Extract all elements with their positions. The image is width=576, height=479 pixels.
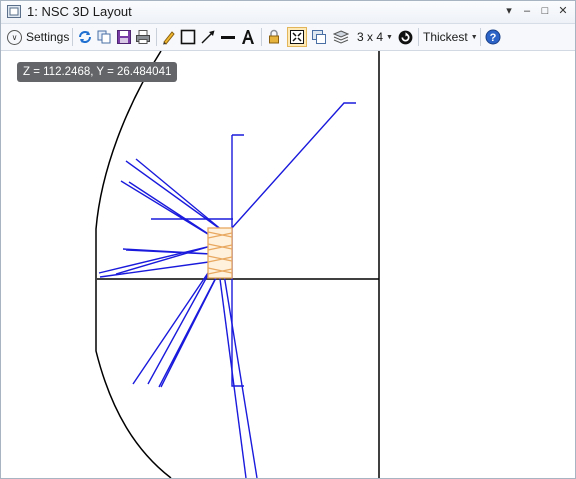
toolbar-separator: [156, 28, 157, 46]
stop-aperture: [231, 134, 244, 387]
settings-button[interactable]: ∨ Settings: [7, 27, 69, 47]
draw-arrow-button[interactable]: [199, 27, 217, 47]
refresh-button[interactable]: [76, 27, 94, 47]
zoom-fit-button[interactable]: [287, 27, 307, 47]
chevron-down-icon: ▼: [470, 33, 478, 41]
toolbar-separator: [261, 28, 262, 46]
text-icon: [242, 30, 254, 44]
print-button[interactable]: [134, 27, 152, 47]
clone-icon: [312, 30, 326, 44]
cursor-coordinates-readout: Z = 112.2468, Y = 26.484041: [17, 62, 178, 82]
ray-traces: [98, 102, 356, 478]
arrow-icon: [201, 30, 215, 44]
draw-line-button[interactable]: [219, 27, 237, 47]
minimize-button[interactable]: ‒: [519, 4, 535, 19]
settings-chevron-icon: ∨: [7, 29, 22, 45]
layers-icon: [333, 30, 349, 44]
lock-button[interactable]: [265, 27, 283, 47]
save-button[interactable]: [115, 27, 133, 47]
line-icon: [221, 36, 235, 39]
draw-pencil-button[interactable]: [160, 27, 178, 47]
svg-text:?: ?: [490, 32, 497, 44]
layout-window-icon: [7, 5, 21, 18]
close-button[interactable]: ✕: [555, 4, 571, 19]
clone-window-button[interactable]: [310, 27, 328, 47]
help-icon: ?: [485, 29, 501, 45]
layout-viewport[interactable]: Z = 112.2468, Y = 26.484041: [1, 51, 575, 478]
lock-icon: [269, 29, 279, 44]
print-icon: [136, 30, 150, 44]
draw-rectangle-button[interactable]: [179, 27, 197, 47]
title-bar[interactable]: 1: NSC 3D Layout ▾ ‒ □ ✕: [1, 1, 575, 24]
copy-button[interactable]: [95, 27, 113, 47]
chevron-down-icon: ▼: [386, 33, 393, 41]
nsc-3d-layout-window: 1: NSC 3D Layout ▾ ‒ □ ✕ ∨ Settings 3 x …: [0, 0, 576, 479]
line-thickness-label: Thickest: [423, 30, 468, 44]
help-button[interactable]: ?: [484, 27, 502, 47]
layout-grid-label: 3 x 4: [357, 30, 384, 44]
rotate-button[interactable]: [396, 27, 414, 47]
layout-grid-dropdown[interactable]: 3 x 4 ▼: [357, 27, 393, 47]
save-icon: [117, 30, 131, 44]
settings-label: Settings: [26, 30, 70, 44]
zoom-fit-icon: [290, 30, 304, 44]
pencil-icon: [163, 31, 175, 45]
toolbar-separator: [418, 28, 419, 46]
layers-button[interactable]: [332, 27, 350, 47]
line-thickness-dropdown[interactable]: Thickest ▼: [423, 27, 478, 47]
maximize-button[interactable]: □: [537, 4, 553, 19]
refresh-icon: [79, 31, 91, 43]
lens-element-stack: [207, 227, 233, 279]
optical-layout-drawing: [95, 51, 380, 478]
window-title: 1: NSC 3D Layout: [27, 4, 132, 19]
copy-icon: [97, 30, 111, 44]
draw-text-button[interactable]: [239, 27, 257, 47]
toolbar: ∨ Settings 3 x 4 ▼ Thickest ▼ ?: [1, 24, 575, 51]
toolbar-separator: [480, 28, 481, 46]
window-menu-button[interactable]: ▾: [501, 4, 517, 19]
toolbar-separator: [72, 28, 73, 46]
rectangle-icon: [180, 29, 196, 45]
rotate-icon: [398, 30, 412, 44]
